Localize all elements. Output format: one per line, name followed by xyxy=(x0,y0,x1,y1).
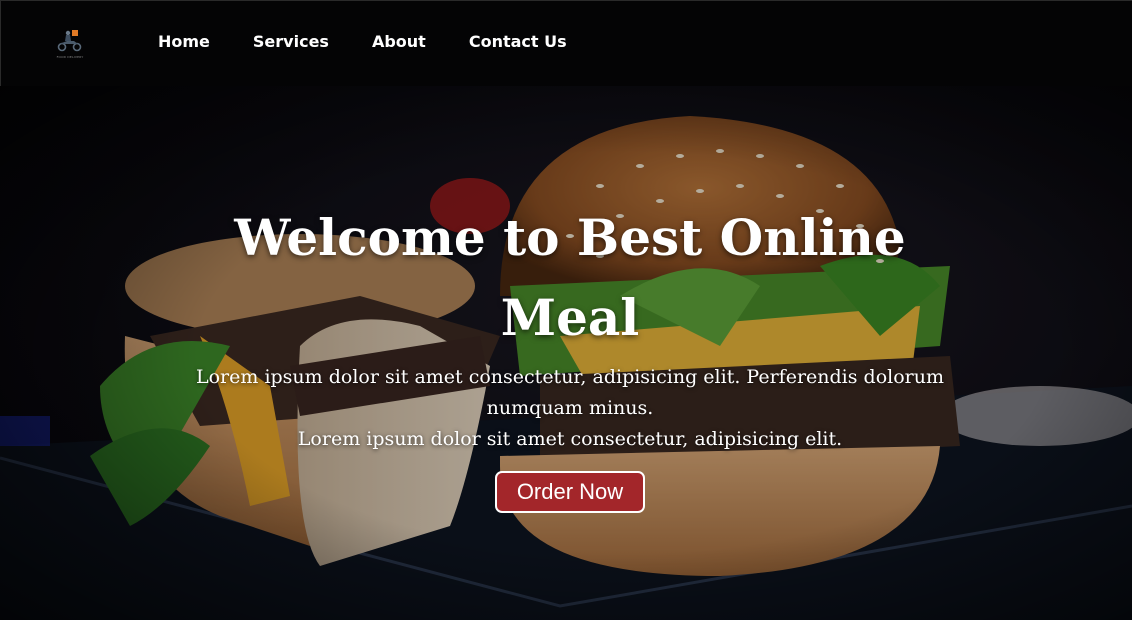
navbar: FOOD DELIVERY Home Services About Contac… xyxy=(0,0,1132,86)
hero-description-line-2: Lorem ipsum dolor sit amet consectetur, … xyxy=(297,428,843,450)
brand-logo[interactable]: FOOD DELIVERY xyxy=(47,25,93,59)
hero-section: Welcome to Best Online Meal Lorem ipsum … xyxy=(0,86,1132,620)
nav-contact-us[interactable]: Contact Us xyxy=(469,30,567,54)
hero-content: Welcome to Best Online Meal Lorem ipsum … xyxy=(190,198,950,513)
nav-about[interactable]: About xyxy=(372,30,426,54)
nav-services[interactable]: Services xyxy=(253,30,329,54)
delivery-scooter-icon xyxy=(57,30,82,52)
hero-description: Lorem ipsum dolor sit amet consectetur, … xyxy=(190,362,950,455)
hero-title: Welcome to Best Online Meal xyxy=(234,208,906,347)
logo-text: FOOD DELIVERY xyxy=(56,55,84,59)
nav-home[interactable]: Home xyxy=(158,30,210,54)
main-nav: Home Services About Contact Us xyxy=(158,30,610,54)
hero-description-line-1: Lorem ipsum dolor sit amet consectetur, … xyxy=(196,366,944,419)
order-now-button[interactable]: Order Now xyxy=(494,471,646,513)
